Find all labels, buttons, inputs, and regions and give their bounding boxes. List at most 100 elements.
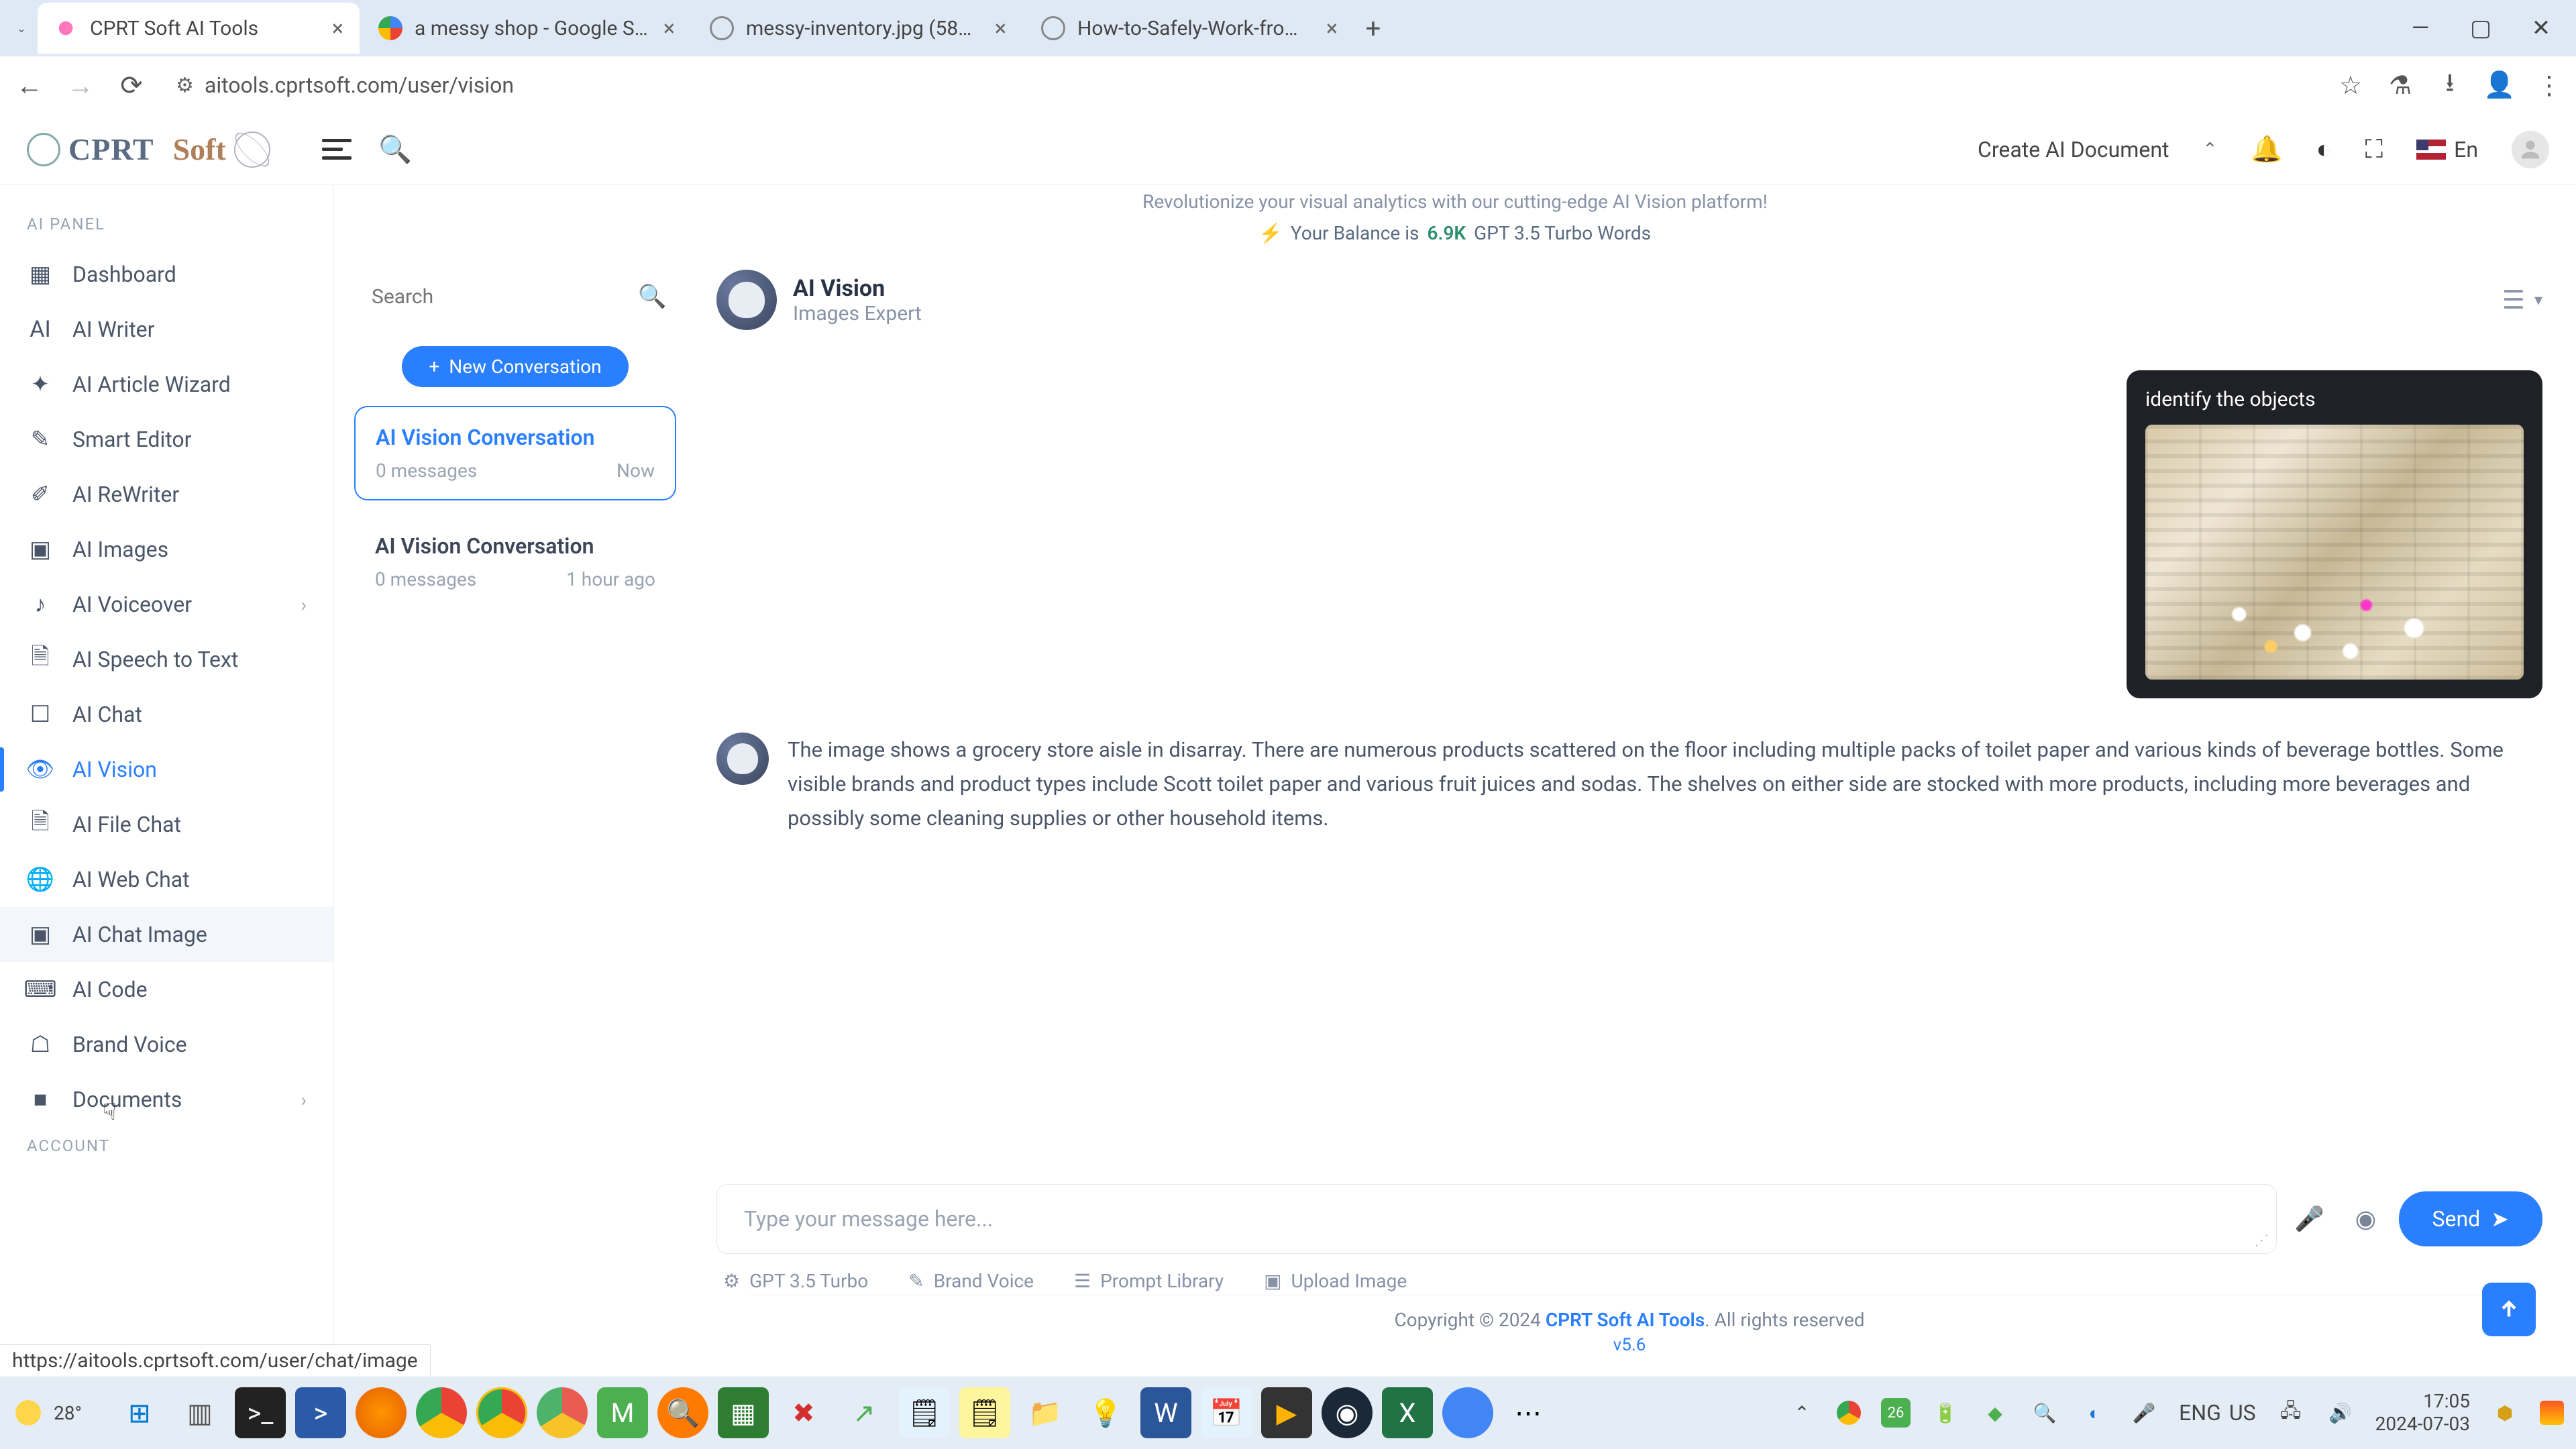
search-input[interactable] bbox=[372, 285, 627, 309]
chrome-beta-icon[interactable] bbox=[537, 1387, 588, 1438]
bookmark-icon[interactable]: ☆ bbox=[2334, 69, 2367, 101]
app-icon[interactable]: ▶ bbox=[1261, 1387, 1312, 1438]
overflow-icon[interactable]: ⋯ bbox=[1503, 1387, 1554, 1438]
site-settings-icon[interactable]: ⚙ bbox=[176, 74, 194, 97]
language-indicator[interactable]: ENG US bbox=[2179, 1400, 2256, 1426]
reload-button[interactable]: ⟳ bbox=[113, 66, 150, 104]
new-conversation-button[interactable]: + New Conversation bbox=[402, 346, 628, 387]
kebab-menu-icon[interactable]: ⋮ bbox=[2533, 69, 2565, 101]
close-icon[interactable]: × bbox=[1326, 15, 1338, 41]
tray-app-icon[interactable]: ◆ bbox=[1980, 1398, 2010, 1428]
start-button[interactable]: ⊞ bbox=[114, 1387, 165, 1438]
conversation-card[interactable]: AI Vision Conversation 0 messages 1 hour… bbox=[354, 515, 676, 608]
sidebar-item-smart-editor[interactable]: ✎ Smart Editor bbox=[0, 412, 333, 467]
fullscreen-icon[interactable]: ⛶ bbox=[2365, 135, 2383, 164]
tray-chevron-icon[interactable]: ⌃ bbox=[1787, 1398, 1817, 1428]
tab-list-dropdown[interactable]: ⌄ bbox=[8, 15, 35, 42]
forward-button[interactable]: → bbox=[62, 66, 99, 104]
tray-app-icon[interactable] bbox=[1837, 1401, 1861, 1425]
browser-tab[interactable]: a messy shop - Google Search × bbox=[362, 3, 691, 54]
sidebar-item-ai-web-chat[interactable]: 🌐 AI Web Chat bbox=[0, 852, 333, 907]
sidebar-item-ai-writer[interactable]: AI AI Writer bbox=[0, 302, 333, 357]
sidebar-item-ai-speech-to-text[interactable]: 🗎 AI Speech to Text bbox=[0, 632, 333, 687]
labs-icon[interactable]: ⚗ bbox=[2384, 69, 2416, 101]
footer-brand-link[interactable]: CPRT Soft AI Tools bbox=[1546, 1309, 1705, 1331]
downloads-icon[interactable]: ⭳ bbox=[2434, 69, 2466, 101]
notifications-icon[interactable]: 🔔 bbox=[2251, 135, 2282, 164]
sidebar-item-ai-code[interactable]: ⌨ AI Code bbox=[0, 962, 333, 1017]
close-icon[interactable]: × bbox=[663, 15, 675, 41]
composer-option-brand-voice[interactable]: ✎Brand Voice bbox=[908, 1270, 1034, 1292]
tray-search-icon[interactable]: 🔍 bbox=[2030, 1398, 2059, 1428]
composer-option-upload-image[interactable]: ▣Upload Image bbox=[1264, 1270, 1407, 1292]
search-icon[interactable]: 🔍 bbox=[638, 283, 666, 310]
sidebar-item-ai-images[interactable]: ▣ AI Images bbox=[0, 522, 333, 577]
logo[interactable]: CPRT Soft bbox=[27, 131, 322, 168]
close-window-button[interactable]: ✕ bbox=[2514, 5, 2568, 52]
tray-app-icon[interactable]: 🔋 bbox=[1931, 1398, 1960, 1428]
sidebar-item-ai-voiceover[interactable]: ♪ AI Voiceover› bbox=[0, 577, 333, 632]
task-view-icon[interactable]: ▥ bbox=[174, 1387, 225, 1438]
dark-mode-icon[interactable]: ◐ bbox=[2316, 135, 2332, 164]
conversation-card[interactable]: AI Vision Conversation 0 messages Now bbox=[354, 406, 676, 500]
send-button[interactable]: Send ➤ bbox=[2399, 1191, 2543, 1246]
file-explorer-icon[interactable]: 📁 bbox=[1020, 1387, 1071, 1438]
calendar-icon[interactable]: 📅 bbox=[1201, 1387, 1252, 1438]
powershell-icon[interactable]: > bbox=[295, 1387, 346, 1438]
clock[interactable]: 17:05 2024-07-03 bbox=[2375, 1390, 2470, 1435]
browser-tab[interactable]: messy-inventory.jpg (586×425) × bbox=[694, 3, 1022, 54]
stop-icon[interactable]: ◉ bbox=[2343, 1195, 2390, 1242]
create-document-button[interactable]: Create AI Document bbox=[1978, 137, 2169, 162]
excel-icon[interactable]: X bbox=[1382, 1387, 1433, 1438]
chevron-up-icon[interactable]: ⌃ bbox=[2202, 140, 2217, 160]
sidebar-item-ai-file-chat[interactable]: 🗎 AI File Chat bbox=[0, 797, 333, 852]
app-icon[interactable]: ▦ bbox=[718, 1387, 769, 1438]
weather-widget[interactable]: 28° bbox=[12, 1397, 82, 1429]
network-icon[interactable]: 🖧 bbox=[2276, 1398, 2306, 1428]
notepad-icon[interactable]: 🗒 bbox=[899, 1387, 950, 1438]
volume-icon[interactable]: 🔊 bbox=[2326, 1398, 2355, 1428]
everything-icon[interactable]: 🔍 bbox=[657, 1387, 708, 1438]
uploaded-image-thumbnail[interactable] bbox=[2145, 425, 2524, 680]
url-field[interactable]: ⚙ aitools.cprtsoft.com/user/vision bbox=[164, 72, 2321, 98]
sidebar-item-ai-rewriter[interactable]: ✐ AI ReWriter bbox=[0, 467, 333, 522]
app-icon[interactable]: ↗ bbox=[839, 1387, 890, 1438]
sidebar-item-brand-voice[interactable]: ☖ Brand Voice bbox=[0, 1017, 333, 1072]
steam-icon[interactable]: ◉ bbox=[1322, 1387, 1373, 1438]
tray-app-icon[interactable]: ◐ bbox=[2080, 1398, 2109, 1428]
close-icon[interactable]: × bbox=[332, 15, 343, 41]
sidebar-toggle-button[interactable] bbox=[322, 135, 352, 164]
microphone-tray-icon[interactable]: 🎤 bbox=[2129, 1398, 2159, 1428]
back-button[interactable]: ← bbox=[11, 66, 48, 104]
tray-app-icon[interactable]: ⬢ bbox=[2490, 1398, 2520, 1428]
tray-badge-icon[interactable]: 26 bbox=[1881, 1398, 1911, 1428]
user-avatar[interactable] bbox=[2512, 131, 2549, 168]
sidebar-item-ai-chat-image[interactable]: ▣ AI Chat Image bbox=[0, 907, 333, 962]
chrome-active-icon[interactable] bbox=[1442, 1387, 1493, 1438]
terminal-icon[interactable]: >_ bbox=[235, 1387, 286, 1438]
app-icon[interactable]: ✖ bbox=[778, 1387, 829, 1438]
chrome-icon[interactable] bbox=[416, 1387, 467, 1438]
browser-tab-active[interactable]: CPRT Soft AI Tools × bbox=[38, 3, 360, 54]
browser-tab[interactable]: How-to-Safely-Work-from-a-C × bbox=[1025, 3, 1354, 54]
microphone-icon[interactable]: 🎤 bbox=[2286, 1195, 2333, 1242]
profile-icon[interactable]: 👤 bbox=[2483, 69, 2516, 101]
composer-option-gpt-3-5-turbo[interactable]: ⚙GPT 3.5 Turbo bbox=[723, 1270, 868, 1292]
tray-app-icon[interactable] bbox=[2540, 1401, 2564, 1425]
new-tab-button[interactable]: + bbox=[1356, 11, 1390, 45]
composer-option-prompt-library[interactable]: ☰Prompt Library bbox=[1074, 1270, 1224, 1292]
resize-handle-icon[interactable]: ⋰ bbox=[2255, 1232, 2269, 1249]
minimize-button[interactable]: — bbox=[2394, 5, 2447, 52]
sidebar-item-documents[interactable]: ■ Documents› bbox=[0, 1072, 333, 1127]
sidebar-item-ai-chat[interactable]: ☐ AI Chat bbox=[0, 687, 333, 742]
close-icon[interactable]: × bbox=[995, 15, 1006, 41]
maximize-button[interactable]: ▢ bbox=[2454, 5, 2508, 52]
chat-menu-button[interactable]: ☰ ▾ bbox=[2502, 285, 2542, 315]
sidebar-item-ai-article-wizard[interactable]: ✦ AI Article Wizard bbox=[0, 357, 333, 412]
chrome-canary-icon[interactable] bbox=[476, 1387, 527, 1438]
sidebar-item-ai-vision[interactable]: 👁 AI Vision bbox=[0, 742, 333, 797]
sidebar-item-dashboard[interactable]: ▦ Dashboard bbox=[0, 247, 333, 302]
scroll-to-top-button[interactable] bbox=[2482, 1283, 2536, 1336]
app-icon[interactable]: 💡 bbox=[1080, 1387, 1131, 1438]
firefox-icon[interactable] bbox=[356, 1387, 407, 1438]
